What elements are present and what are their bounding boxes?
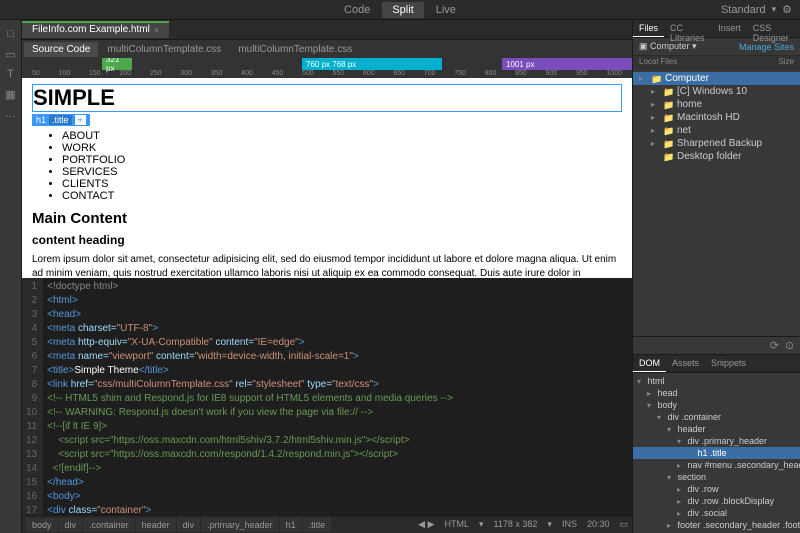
dom-tree-item[interactable]: ▾ body bbox=[633, 399, 800, 411]
sync-icon[interactable]: ⊙ bbox=[785, 339, 794, 352]
dom-tree-item[interactable]: ▸ div .row bbox=[633, 483, 800, 495]
dom-tree-item[interactable]: ▾ header bbox=[633, 423, 800, 435]
dom-tree-item[interactable]: ▾ html bbox=[633, 375, 800, 387]
status-pos: 20:30 bbox=[587, 519, 610, 530]
dom-tree-item[interactable]: ▾ div .primary_header bbox=[633, 435, 800, 447]
source-tab[interactable]: multiColumnTemplate.css bbox=[230, 42, 360, 57]
breadcrumb-item[interactable]: header bbox=[136, 518, 176, 532]
dom-tree-item[interactable]: ▾ section bbox=[633, 471, 800, 483]
breadcrumb-item[interactable]: body bbox=[26, 518, 58, 532]
view-live[interactable]: Live bbox=[426, 2, 466, 18]
source-tab[interactable]: multiColumnTemplate.css bbox=[99, 42, 229, 57]
settings-icon[interactable]: ⚙ bbox=[782, 3, 792, 16]
view-switcher: CodeSplitLive bbox=[334, 2, 466, 18]
dom-tree-item[interactable]: h1 .title bbox=[633, 447, 800, 459]
file-tree-item[interactable]: ▸📁[C] Windows 10 bbox=[633, 85, 800, 98]
breadcrumb-item[interactable]: div bbox=[177, 518, 201, 532]
breadcrumb-item[interactable]: div bbox=[59, 518, 83, 532]
dom-tree-item[interactable]: ▾ div .container bbox=[633, 411, 800, 423]
preview-para: Lorem ipsum dolor sit amet, consectetur … bbox=[32, 253, 622, 278]
status-bar: bodydiv.containerheaderdiv.primary_heade… bbox=[22, 515, 632, 533]
panel-tab[interactable]: Files bbox=[633, 20, 664, 37]
media-query-band[interactable]: 760 px 768 px bbox=[302, 58, 442, 70]
source-tabs: Source CodemultiColumnTemplate.cssmultiC… bbox=[22, 40, 632, 58]
left-toolbar: □ ▭ T ▦ … bbox=[0, 20, 22, 533]
file-tree-item[interactable]: ▸📁Computer bbox=[633, 72, 800, 85]
file-tree-item[interactable]: ▸📁net bbox=[633, 124, 800, 137]
panel-tab[interactable]: Snippets bbox=[705, 355, 752, 372]
live-preview[interactable]: SIMPLE h1 .title + ABOUTWORKPORTFOLIOSER… bbox=[22, 78, 632, 278]
overflow-icon[interactable]: ▭ bbox=[619, 519, 628, 530]
nav-item: SERVICES bbox=[62, 166, 622, 178]
file-tree-item[interactable]: ▸📁home bbox=[633, 98, 800, 111]
preview-h2: Main Content bbox=[32, 210, 622, 227]
media-query-band[interactable]: 1001 px bbox=[502, 58, 632, 70]
site-dropdown[interactable]: Computer bbox=[650, 41, 690, 51]
breadcrumb-item[interactable]: .container bbox=[83, 518, 135, 532]
media-ruler: 5010015020025030035040045050055060065070… bbox=[22, 58, 632, 78]
breadcrumb-item[interactable]: .title bbox=[303, 518, 332, 532]
layout-dropdown[interactable]: Standard bbox=[721, 4, 766, 16]
nav-item: ABOUT bbox=[62, 130, 622, 142]
view-split[interactable]: Split bbox=[382, 2, 423, 18]
close-icon[interactable]: × bbox=[154, 25, 159, 35]
tool-selector-icon[interactable]: □ bbox=[0, 24, 21, 44]
dom-tree: ▾ html▸ head▾ body▾ div .container▾ head… bbox=[633, 373, 800, 533]
file-tree-item[interactable]: ▸📁Macintosh HD bbox=[633, 111, 800, 124]
refresh-icon[interactable]: ⟳ bbox=[770, 339, 779, 352]
dom-tree-item[interactable]: ▸ head bbox=[633, 387, 800, 399]
file-tree-item[interactable]: 📁Desktop folder bbox=[633, 150, 800, 163]
media-query-band[interactable]: 321 px bbox=[102, 58, 132, 70]
dom-tree-item[interactable]: ▸ div .row .blockDisplay bbox=[633, 495, 800, 507]
panel-tab[interactable]: Assets bbox=[666, 355, 705, 372]
nav-item: CLIENTS bbox=[62, 178, 622, 190]
nav-item: PORTFOLIO bbox=[62, 154, 622, 166]
tool-text-icon[interactable]: T bbox=[0, 64, 21, 84]
nav-item: WORK bbox=[62, 142, 622, 154]
nav-item: CONTACT bbox=[62, 190, 622, 202]
source-tab[interactable]: Source Code bbox=[24, 42, 98, 57]
status-mode: INS bbox=[562, 519, 577, 530]
file-tree-item[interactable]: ▸📁Sharpened Backup bbox=[633, 137, 800, 150]
breadcrumb-item[interactable]: h1 bbox=[280, 518, 302, 532]
breadcrumb-item[interactable]: .primary_header bbox=[201, 518, 279, 532]
status-lang[interactable]: HTML bbox=[445, 519, 470, 530]
dom-tree-item[interactable]: ▸ div .social bbox=[633, 507, 800, 519]
tool-dom-icon[interactable]: ▭ bbox=[0, 44, 21, 64]
code-editor[interactable]: 1234567891011121314151617181920212223242… bbox=[22, 278, 632, 515]
manage-sites-link[interactable]: Manage Sites bbox=[739, 42, 794, 52]
panel-tab[interactable]: Insert bbox=[712, 20, 747, 37]
tool-image-icon[interactable]: ▦ bbox=[0, 84, 21, 104]
file-tab-label: FileInfo.com Example.html bbox=[32, 24, 150, 35]
preview-nav: ABOUTWORKPORTFOLIOSERVICESCLIENTSCONTACT bbox=[62, 130, 622, 202]
panel-tab[interactable]: CC Libraries bbox=[664, 20, 712, 37]
dom-tree-item[interactable]: ▸ nav #menu .secondary_header bbox=[633, 459, 800, 471]
status-dims: 1178 x 382 bbox=[494, 519, 538, 530]
panel-tab[interactable]: DOM bbox=[633, 355, 666, 372]
file-tab[interactable]: FileInfo.com Example.html × bbox=[22, 21, 169, 38]
dom-panel-tabs: DOMAssetsSnippets bbox=[633, 355, 800, 373]
tool-expand-icon[interactable]: … bbox=[0, 104, 21, 124]
dom-tree-item[interactable]: ▸ footer .secondary_header .footer bbox=[633, 519, 800, 531]
files-panel-tabs: FilesCC LibrariesInsertCSS Designer bbox=[633, 20, 800, 38]
preview-h3: content heading bbox=[32, 233, 622, 247]
view-code[interactable]: Code bbox=[334, 2, 380, 18]
file-tree: ▸📁Computer▸📁[C] Windows 10▸📁home▸📁Macint… bbox=[633, 70, 800, 165]
selection-badge[interactable]: h1 .title + bbox=[32, 114, 90, 126]
panel-tab[interactable]: CSS Designer bbox=[747, 20, 800, 37]
preview-h1[interactable]: SIMPLE bbox=[32, 84, 622, 112]
